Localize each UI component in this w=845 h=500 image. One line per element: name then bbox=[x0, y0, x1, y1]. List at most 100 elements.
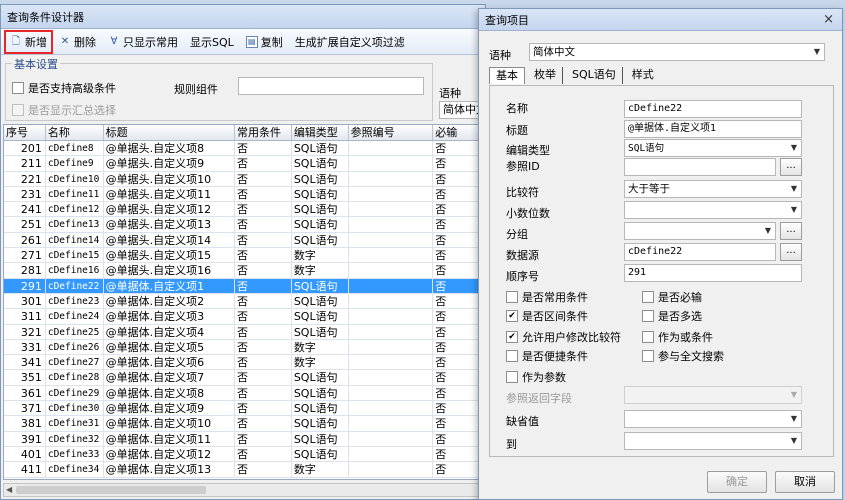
table-cell[interactable]: cDefine9 bbox=[46, 156, 104, 171]
table-row[interactable]: 281 cDefine16 @单据头.自定义项16 否数字否 bbox=[4, 263, 484, 279]
table-cell[interactable]: 否 bbox=[235, 156, 292, 171]
group-browse-button[interactable]: ... bbox=[780, 222, 802, 240]
table-cell[interactable]: 否 bbox=[235, 324, 292, 339]
table-cell[interactable]: @单据体.自定义项4 bbox=[104, 324, 236, 339]
delete-button[interactable]: ✕ 删除 bbox=[54, 31, 101, 53]
table-cell[interactable]: SQL语句 bbox=[292, 217, 349, 232]
ref-id-input[interactable] bbox=[624, 158, 776, 176]
table-cell[interactable]: SQL语句 bbox=[292, 370, 349, 385]
table-row[interactable]: 341 cDefine27 @单据体.自定义项6 否数字否 bbox=[4, 355, 484, 371]
table-cell[interactable]: 否 bbox=[433, 401, 484, 416]
table-cell[interactable]: 231 bbox=[4, 186, 46, 202]
table-cell[interactable]: @单据体.自定义项6 bbox=[104, 355, 236, 370]
table-cell[interactable]: 否 bbox=[433, 263, 484, 278]
chevron-down-icon[interactable]: ▼ bbox=[791, 387, 797, 403]
table-cell[interactable]: SQL语句 bbox=[292, 431, 349, 446]
table-cell[interactable]: SQL语句 bbox=[292, 324, 349, 339]
table-cell[interactable]: SQL语句 bbox=[292, 385, 349, 401]
table-cell[interactable]: 否 bbox=[433, 431, 484, 446]
compare-select[interactable]: 大于等于 ▼ bbox=[624, 180, 802, 198]
table-cell[interactable]: @单据体.自定义项5 bbox=[104, 339, 236, 355]
horizontal-scrollbar[interactable]: ◀ bbox=[3, 483, 485, 497]
table-row[interactable]: 261 cDefine14 @单据头.自定义项14 否 SQL语句否 bbox=[4, 232, 484, 249]
support-advanced-checkbox[interactable]: 是否支持高级条件 bbox=[12, 80, 116, 96]
fulltext-checkbox[interactable]: 参与全文搜索 bbox=[642, 348, 724, 364]
table-cell[interactable]: @单据体.自定义项7 bbox=[104, 370, 236, 385]
table-row[interactable]: 231 cDefine11 @单据头.自定义项11 否 SQL语句否 bbox=[4, 186, 484, 203]
table-cell[interactable] bbox=[349, 385, 434, 401]
table-cell[interactable]: cDefine22 bbox=[46, 278, 104, 293]
column-header[interactable]: 标题 bbox=[104, 125, 236, 140]
table-cell[interactable]: @单据头.自定义项15 bbox=[104, 248, 236, 263]
required-checkbox[interactable]: 是否必输 bbox=[642, 289, 702, 305]
tab-sql[interactable]: SQL语句 bbox=[566, 67, 623, 84]
table-cell[interactable]: 数字 bbox=[292, 248, 349, 263]
table-cell[interactable] bbox=[349, 278, 434, 293]
chevron-down-icon[interactable]: ▼ bbox=[814, 44, 820, 60]
chevron-down-icon[interactable]: ▼ bbox=[791, 433, 797, 449]
table-cell[interactable]: cDefine33 bbox=[46, 446, 104, 462]
or-cond-checkbox[interactable]: 作为或条件 bbox=[642, 329, 713, 345]
table-cell[interactable]: cDefine13 bbox=[46, 217, 104, 232]
table-cell[interactable]: 否 bbox=[235, 217, 292, 232]
table-cell[interactable]: 281 bbox=[4, 263, 46, 278]
checkbox-box[interactable] bbox=[506, 371, 518, 383]
table-cell[interactable]: 否 bbox=[433, 278, 484, 293]
table-cell[interactable]: 否 bbox=[433, 355, 484, 370]
table-cell[interactable] bbox=[349, 248, 434, 263]
table-row[interactable]: 201 cDefine8 @单据头.自定义项8 否 SQL语句否 bbox=[4, 141, 484, 157]
table-cell[interactable] bbox=[349, 370, 434, 385]
table-cell[interactable] bbox=[349, 156, 434, 171]
column-header[interactable]: 常用条件 bbox=[235, 125, 292, 140]
ref-id-browse-button[interactable]: ... bbox=[780, 158, 802, 176]
table-cell[interactable]: 否 bbox=[235, 278, 292, 293]
table-cell[interactable]: 否 bbox=[433, 217, 484, 232]
table-cell[interactable] bbox=[349, 232, 434, 248]
table-cell[interactable]: 371 bbox=[4, 401, 46, 416]
chevron-down-icon[interactable]: ▼ bbox=[791, 202, 797, 218]
table-cell[interactable]: 否 bbox=[433, 202, 484, 217]
show-sql-button[interactable]: 显示SQL bbox=[185, 31, 239, 53]
table-cell[interactable]: 341 bbox=[4, 355, 46, 370]
table-cell[interactable]: 数字 bbox=[292, 339, 349, 355]
multi-checkbox[interactable]: 是否多选 bbox=[642, 308, 702, 324]
group-select[interactable]: ▼ bbox=[624, 222, 776, 240]
order-input[interactable]: 291 bbox=[624, 264, 802, 282]
copy-button[interactable]: ▤ 复制 bbox=[241, 31, 288, 53]
table-cell[interactable]: cDefine14 bbox=[46, 232, 104, 248]
table-cell[interactable]: @单据体.自定义项3 bbox=[104, 309, 236, 324]
cancel-button[interactable]: 取消 bbox=[775, 471, 835, 493]
table-cell[interactable]: 381 bbox=[4, 416, 46, 431]
chevron-down-icon[interactable]: ▼ bbox=[791, 140, 797, 156]
table-cell[interactable]: 否 bbox=[433, 141, 484, 156]
table-row[interactable]: 371 cDefine30 @单据体.自定义项9 否 SQL语句否 bbox=[4, 401, 484, 417]
table-cell[interactable]: 否 bbox=[235, 202, 292, 217]
table-cell[interactable]: cDefine30 bbox=[46, 401, 104, 416]
table-cell[interactable]: 否 bbox=[235, 309, 292, 324]
table-cell[interactable]: SQL语句 bbox=[292, 309, 349, 324]
table-cell[interactable] bbox=[349, 202, 434, 217]
column-header[interactable]: 序号 bbox=[4, 125, 46, 140]
table-cell[interactable] bbox=[349, 324, 434, 339]
table-cell[interactable]: 否 bbox=[433, 446, 484, 462]
checkmark-icon[interactable]: ✔ bbox=[506, 331, 518, 343]
table-cell[interactable] bbox=[349, 217, 434, 232]
table-row[interactable]: 251 cDefine13 @单据头.自定义项13 否 SQL语句否 bbox=[4, 217, 484, 233]
table-cell[interactable]: SQL语句 bbox=[292, 278, 349, 293]
table-cell[interactable]: 否 bbox=[433, 385, 484, 401]
table-cell[interactable]: 261 bbox=[4, 232, 46, 248]
column-header[interactable]: 编辑类型 bbox=[292, 125, 349, 140]
table-cell[interactable]: 331 bbox=[4, 339, 46, 355]
table-row[interactable]: 321 cDefine25 @单据体.自定义项4 否 SQL语句否 bbox=[4, 324, 484, 340]
checkbox-box[interactable] bbox=[506, 350, 518, 362]
table-cell[interactable]: 否 bbox=[433, 339, 484, 355]
table-cell[interactable]: 否 bbox=[433, 186, 484, 202]
table-cell[interactable]: 361 bbox=[4, 385, 46, 401]
table-row[interactable]: 361 cDefine29 @单据体.自定义项8 否 SQL语句否 bbox=[4, 385, 484, 402]
table-cell[interactable]: @单据体.自定义项12 bbox=[104, 446, 236, 462]
table-cell[interactable] bbox=[349, 186, 434, 202]
table-cell[interactable]: cDefine12 bbox=[46, 202, 104, 217]
table-cell[interactable]: 301 bbox=[4, 293, 46, 309]
table-cell[interactable]: @单据体.自定义项11 bbox=[104, 431, 236, 446]
table-cell[interactable]: 否 bbox=[433, 462, 484, 477]
